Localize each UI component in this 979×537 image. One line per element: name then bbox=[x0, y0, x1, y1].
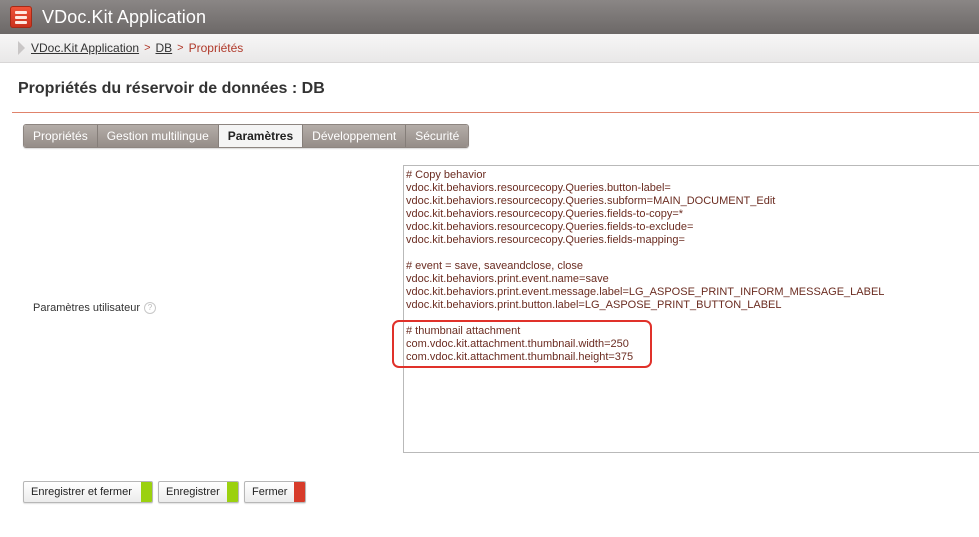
close-status-swatch bbox=[294, 482, 305, 502]
app-title: VDoc.Kit Application bbox=[42, 6, 207, 27]
breadcrumb-link-application[interactable]: VDoc.Kit Application bbox=[31, 41, 139, 55]
tab-parametres[interactable]: Paramètres bbox=[218, 125, 304, 147]
user-parameters-textarea[interactable]: # Copy behavior vdoc.kit.behaviors.resour… bbox=[403, 165, 979, 453]
textarea-line: com.vdoc.kit.attachment.thumbnail.width=… bbox=[406, 338, 629, 350]
tab-proprietes[interactable]: Propriétés bbox=[24, 125, 98, 147]
vdoc-logo-icon bbox=[10, 6, 32, 28]
field-label-text: Paramètres utilisateur bbox=[33, 302, 140, 314]
breadcrumb-arrow-icon bbox=[18, 41, 25, 55]
title-bar: VDoc.Kit Application bbox=[0, 0, 979, 34]
save-button[interactable]: Enregistrer bbox=[158, 481, 239, 503]
textarea-line: vdoc.kit.behaviors.resourcecopy.Queries.… bbox=[406, 208, 684, 220]
breadcrumb-separator: > bbox=[177, 42, 184, 54]
close-label: Fermer bbox=[252, 486, 288, 498]
save-label: Enregistrer bbox=[166, 486, 220, 498]
textarea-line: vdoc.kit.behaviors.print.event.message.l… bbox=[406, 286, 885, 298]
textarea-line: vdoc.kit.behaviors.resourcecopy.Queries.… bbox=[406, 221, 694, 233]
title-divider bbox=[12, 112, 979, 113]
textarea-line: vdoc.kit.behaviors.resourcecopy.Queries.… bbox=[406, 195, 776, 207]
help-icon[interactable]: ? bbox=[144, 302, 156, 314]
save-and-close-status-swatch bbox=[141, 482, 152, 502]
breadcrumb-current: Propriétés bbox=[188, 41, 244, 55]
tab-developpement[interactable]: Développement bbox=[303, 125, 407, 147]
tab-gestion-multilingue[interactable]: Gestion multilingue bbox=[97, 125, 219, 147]
textarea-line: com.vdoc.kit.attachment.thumbnail.height… bbox=[406, 351, 634, 363]
tab-bar: Propriétés Gestion multilingue Paramètre… bbox=[23, 124, 470, 148]
field-label-user-parameters: Paramètres utilisateur ? bbox=[33, 302, 156, 314]
breadcrumb-separator: > bbox=[144, 42, 151, 54]
save-status-swatch bbox=[227, 482, 238, 502]
breadcrumb: VDoc.Kit Application > DB > Propriétés bbox=[0, 34, 979, 63]
page-title: Propriétés du réservoir de données : DB bbox=[18, 80, 325, 97]
breadcrumb-link-db[interactable]: DB bbox=[156, 41, 173, 55]
textarea-line: vdoc.kit.behaviors.resourcecopy.Queries.… bbox=[406, 182, 671, 194]
textarea-line: # thumbnail attachment bbox=[406, 325, 521, 337]
tab-securite[interactable]: Sécurité bbox=[406, 125, 469, 147]
textarea-line: vdoc.kit.behaviors.print.event.name=save bbox=[406, 273, 609, 285]
textarea-line: # event = save, saveandclose, close bbox=[406, 260, 584, 272]
textarea-line: # Copy behavior bbox=[406, 169, 487, 181]
save-and-close-button[interactable]: Enregistrer et fermer bbox=[23, 481, 153, 503]
textarea-line bbox=[406, 247, 979, 260]
save-and-close-label: Enregistrer et fermer bbox=[31, 486, 132, 498]
textarea-line: vdoc.kit.behaviors.resourcecopy.Queries.… bbox=[406, 234, 685, 246]
textarea-line: vdoc.kit.behaviors.print.button.label=LG… bbox=[406, 299, 782, 311]
textarea-line bbox=[406, 312, 979, 325]
close-button[interactable]: Fermer bbox=[244, 481, 306, 503]
